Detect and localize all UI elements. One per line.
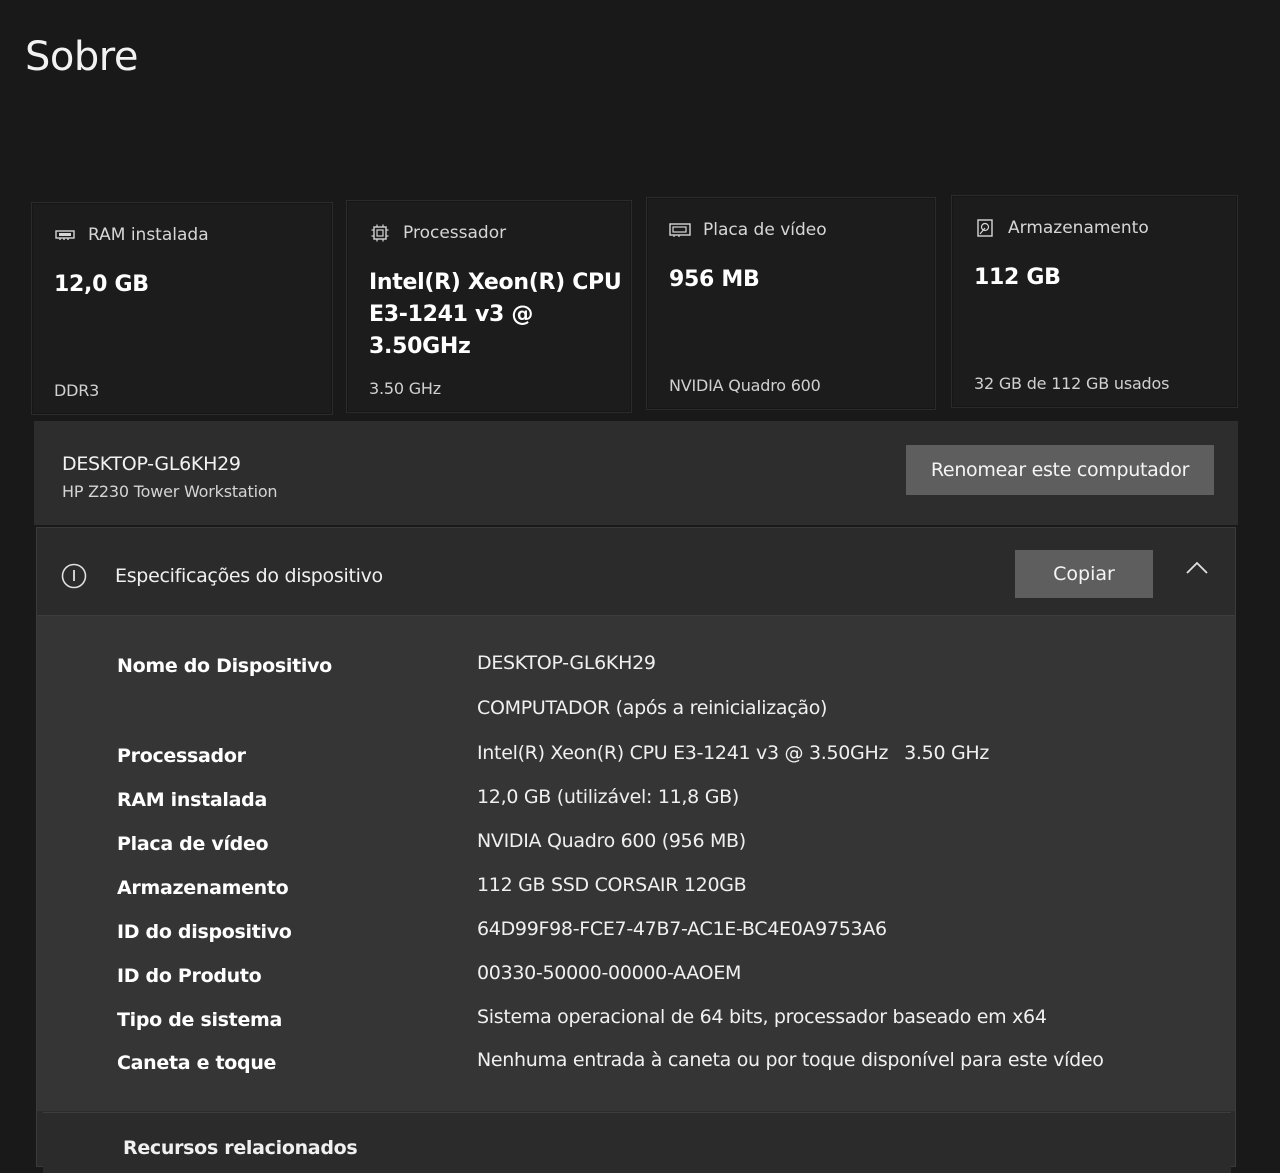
info-icon [61,563,87,589]
device-specifications-header[interactable]: Especificações do dispositivo Copiar [37,528,1235,616]
processor-card-value-line1: Intel(R) Xeon(R) CPU [369,270,622,295]
spec-value-processor-speed: 3.50 GHz [904,742,990,764]
graphics-card-label: Placa de vídeo [703,220,827,240]
spec-value[interactable]: 64D99F98-FCE7-47B7-AC1E-BC4E0A9753A6 [477,918,887,940]
device-name: DESKTOP-GL6KH29 [62,453,241,475]
graphics-card-header: Placa de vídeo [669,220,827,240]
spec-label: Armazenamento [117,877,289,899]
ram-card-label: RAM instalada [88,225,209,245]
spec-value[interactable]: 00330-50000-00000-AAOEM [477,962,741,984]
copy-button[interactable]: Copiar [1015,550,1153,598]
spec-value[interactable]: COMPUTADOR (após a reinicialização) [477,697,827,719]
spec-row-storage: Armazenamento 112 GB SSD CORSAIR 120GB [37,874,1235,906]
spec-label: Processador [117,745,246,767]
device-bar: DESKTOP-GL6KH29 HP Z230 Tower Workstatio… [34,421,1238,525]
processor-card-header: Processador [369,223,506,243]
spec-row-product-id: ID do Produto 00330-50000-00000-AAOEM [37,962,1235,994]
processor-card-label: Processador [403,223,507,243]
storage-icon [974,219,996,237]
spec-label: ID do Produto [117,965,262,987]
graphics-card-icon [669,221,691,239]
processor-icon [369,224,391,242]
spec-row-device-name-after-restart: COMPUTADOR (após a reinicialização) [37,697,1235,729]
ram-icon [54,226,76,244]
graphics-card-sub: NVIDIA Quadro 600 [669,376,821,395]
storage-card: Armazenamento 112 GB 32 GB de 112 GB usa… [951,195,1238,408]
rename-computer-button[interactable]: Renomear este computador [906,445,1214,495]
ram-card-sub: DDR3 [54,381,100,400]
related-resources-section[interactable]: Recursos relacionados [43,1112,1231,1173]
storage-card-label: Armazenamento [1008,218,1149,238]
device-specifications-title: Especificações do dispositivo [115,565,383,587]
page-title: Sobre [25,34,138,80]
spec-row-device-name: Nome do Dispositivo DESKTOP-GL6KH29 [37,652,1235,684]
chevron-up-icon[interactable] [1185,560,1209,576]
spec-label: Placa de vídeo [117,833,269,855]
spec-value[interactable]: NVIDIA Quadro 600 (956 MB) [477,830,746,852]
spec-label: Tipo de sistema [117,1009,283,1031]
storage-card-sub: 32 GB de 112 GB usados [974,374,1170,393]
spec-label: RAM instalada [117,789,267,811]
related-resources-title: Recursos relacionados [123,1137,358,1159]
device-specifications-panel: Especificações do dispositivo Copiar Nom… [36,527,1236,1173]
spec-value[interactable]: 112 GB SSD CORSAIR 120GB [477,874,747,896]
processor-card-sub: 3.50 GHz [369,379,441,398]
device-specifications-body: Nome do Dispositivo DESKTOP-GL6KH29 COMP… [37,616,1235,1111]
spec-row-ram: RAM instalada 12,0 GB (utilizável: 11,8 … [37,786,1235,818]
ram-card-value: 12,0 GB [54,272,149,297]
spec-row-device-id: ID do dispositivo 64D99F98-FCE7-47B7-AC1… [37,918,1235,950]
storage-card-value: 112 GB [974,265,1061,290]
storage-card-header: Armazenamento [974,218,1149,238]
processor-card-value: Intel(R) Xeon(R) CPU E3-1241 v3 @ 3.50GH… [369,267,631,363]
device-model: HP Z230 Tower Workstation [62,482,278,501]
spec-row-system-type: Tipo de sistema Sistema operacional de 6… [37,1006,1235,1038]
spec-value[interactable]: Sistema operacional de 64 bits, processa… [477,1006,1047,1028]
spec-row-pen-touch: Caneta e toque Nenhuma entrada à caneta … [37,1049,1235,1081]
processor-card: Processador Intel(R) Xeon(R) CPU E3-1241… [346,200,632,413]
spec-label: Nome do Dispositivo [117,655,332,677]
ram-card-header: RAM instalada [54,225,209,245]
processor-card-value-line2: E3-1241 v3 @ 3.50GHz [369,302,534,359]
spec-label: Caneta e toque [117,1052,277,1074]
spec-value[interactable]: Nenhuma entrada à caneta ou por toque di… [477,1049,1104,1071]
spec-row-processor: Processador Intel(R) Xeon(R) CPU E3-1241… [37,742,1235,774]
graphics-card: Placa de vídeo 956 MB NVIDIA Quadro 600 [646,197,936,410]
graphics-card-value: 956 MB [669,267,760,292]
spec-value[interactable]: DESKTOP-GL6KH29 [477,652,656,674]
ram-card: RAM instalada 12,0 GB DDR3 [31,202,333,415]
spec-value[interactable]: Intel(R) Xeon(R) CPU E3-1241 v3 @ 3.50GH… [477,742,989,764]
spec-row-graphics: Placa de vídeo NVIDIA Quadro 600 (956 MB… [37,830,1235,862]
spec-value-processor: Intel(R) Xeon(R) CPU E3-1241 v3 @ 3.50GH… [477,742,889,764]
spec-value[interactable]: 12,0 GB (utilizável: 11,8 GB) [477,786,739,808]
spec-label: ID do dispositivo [117,921,292,943]
